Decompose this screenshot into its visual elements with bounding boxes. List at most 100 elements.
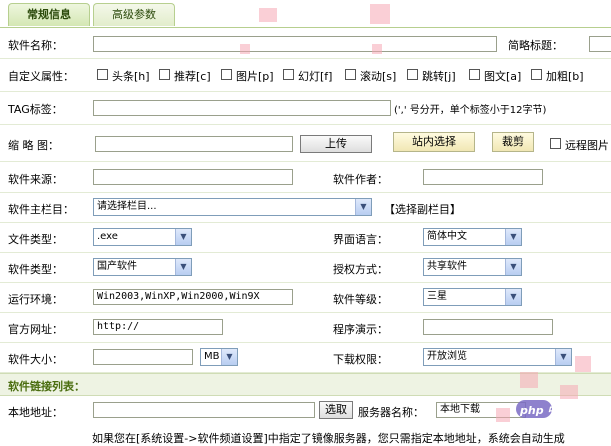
attr-graphic-label: 图文[a] <box>484 70 522 83</box>
chevron-down-icon: ▼ <box>505 289 521 305</box>
attr-image-label: 图片[p] <box>236 70 274 83</box>
file-type-select-value: .exe <box>97 231 118 242</box>
download-permission-select-value: 开放浏览 <box>427 351 467 362</box>
row-custom-attributes: 自定义属性： 头条[h] 推荐[c] 图片[p] 幻灯[f] 滚动[s] 跳转[… <box>0 59 611 92</box>
runtime-label: 运行环境： <box>8 293 63 306</box>
size-label: 软件大小： <box>8 353 63 366</box>
watermark-logo: php 中文网 <box>516 399 606 421</box>
blur-patch <box>575 356 591 372</box>
row-software-name: 软件名称： 简略标题： <box>0 28 611 59</box>
row-thumbnail: 缩 略 图： 上传 站内选择 裁剪 远程图片 <box>0 125 611 162</box>
size-input[interactable] <box>93 349 193 365</box>
tab-advanced-params[interactable]: 高级参数 <box>93 3 175 26</box>
software-type-select-value: 国产软件 <box>97 261 137 272</box>
runtime-input[interactable]: Win2003,WinXP,Win2000,Win9X <box>93 289 293 305</box>
file-type-select[interactable]: .exe ▼ <box>93 228 192 246</box>
remote-image-checkbox[interactable] <box>550 138 561 149</box>
blur-patch <box>560 385 578 399</box>
demo-label: 程序演示： <box>333 323 388 336</box>
blur-patch <box>259 8 277 22</box>
mirror-server-note: 如果您在[系统设置->软件频道设置]中指定了镜像服务器，您只需指定本地地址，系统… <box>92 432 565 445</box>
license-select[interactable]: 共享软件 ▼ <box>423 258 522 276</box>
main-column-select-value: 请选择栏目... <box>97 201 157 212</box>
attr-image-checkbox[interactable] <box>221 69 232 80</box>
tags-label: TAG标签： <box>8 103 63 116</box>
website-input[interactable]: http:// <box>93 319 223 335</box>
tab-bar: 常规信息 高级参数 <box>0 0 611 28</box>
demo-input[interactable] <box>423 319 553 335</box>
attr-bold-label: 加粗[b] <box>546 70 584 83</box>
choose-file-button[interactable]: 选取 <box>319 401 353 419</box>
attr-bold-checkbox[interactable] <box>531 69 542 80</box>
main-column-select[interactable]: 请选择栏目... ▼ <box>93 198 372 216</box>
link-list-title: 软件链接列表： <box>8 380 85 393</box>
attr-slide-label: 幻灯[f] <box>298 70 333 83</box>
tags-hint: (',' 号分开，单个标签小于12字节) <box>394 105 547 116</box>
row-size-permission: 软件大小： MB ▼ 下载权限： 开放浏览 ▼ <box>0 343 611 373</box>
source-label: 软件来源： <box>8 173 63 186</box>
attr-recommend-label: 推荐[c] <box>174 70 211 83</box>
chevron-down-icon: ▼ <box>355 199 371 215</box>
software-type-label: 软件类型： <box>8 263 63 276</box>
tab-general-info[interactable]: 常规信息 <box>8 3 90 26</box>
license-label: 授权方式： <box>333 263 388 276</box>
ui-language-select-value: 简体中文 <box>427 231 467 242</box>
row-tags: TAG标签： (',' 号分开，单个标签小于12字节) <box>0 92 611 125</box>
rank-select[interactable]: 三星 ▼ <box>423 288 522 306</box>
site-select-button[interactable]: 站内选择 <box>393 132 475 152</box>
server-name-input[interactable]: 本地下载 <box>436 402 526 418</box>
crop-button[interactable]: 裁剪 <box>492 132 534 152</box>
attr-scroll-label: 滚动[s] <box>360 70 397 83</box>
main-column-label: 软件主栏目： <box>8 203 74 216</box>
attr-slide-checkbox[interactable] <box>283 69 294 80</box>
chevron-down-icon: ▼ <box>505 229 521 245</box>
row-runtime-rank: 运行环境： Win2003,WinXP,Win2000,Win9X 软件等级： … <box>0 283 611 313</box>
ui-language-label: 界面语言： <box>333 233 388 246</box>
author-label: 软件作者： <box>333 173 388 186</box>
blur-patch <box>496 408 510 422</box>
blur-patch <box>370 4 390 24</box>
size-unit-select-value: MB <box>204 351 220 362</box>
website-label: 官方网址： <box>8 323 63 336</box>
blur-patch <box>520 372 538 388</box>
thumbnail-label: 缩 略 图： <box>8 139 59 152</box>
license-select-value: 共享软件 <box>427 261 467 272</box>
attr-headline-label: 头条[h] <box>112 70 150 83</box>
author-input[interactable] <box>423 169 543 185</box>
row-file-type-language: 文件类型： .exe ▼ 界面语言： 简体中文 ▼ <box>0 223 611 253</box>
attr-recommend-checkbox[interactable] <box>159 69 170 80</box>
select-sub-column-link[interactable]: 【选择副栏目】 <box>384 201 461 217</box>
attr-jump-checkbox[interactable] <box>407 69 418 80</box>
chevron-down-icon: ▼ <box>555 349 571 365</box>
chevron-down-icon: ▼ <box>505 259 521 275</box>
local-address-label: 本地地址： <box>8 406 63 419</box>
row-software-type-license: 软件类型： 国产软件 ▼ 授权方式： 共享软件 ▼ <box>0 253 611 283</box>
size-unit-select[interactable]: MB ▼ <box>200 348 238 366</box>
upload-button[interactable]: 上传 <box>300 135 372 153</box>
tags-input[interactable] <box>93 100 391 116</box>
blur-patch <box>240 44 250 54</box>
attr-scroll-checkbox[interactable] <box>345 69 356 80</box>
attr-headline-checkbox[interactable] <box>97 69 108 80</box>
short-title-input[interactable] <box>589 36 611 52</box>
attr-graphic-checkbox[interactable] <box>469 69 480 80</box>
software-type-select[interactable]: 国产软件 ▼ <box>93 258 192 276</box>
source-input[interactable] <box>93 169 293 185</box>
file-type-label: 文件类型： <box>8 233 63 246</box>
thumbnail-input[interactable] <box>95 136 293 152</box>
local-address-input[interactable] <box>93 402 315 418</box>
server-name-label: 服务器名称： <box>358 406 424 419</box>
row-main-column: 软件主栏目： 请选择栏目... ▼ 【选择副栏目】 <box>0 193 611 223</box>
ui-language-select[interactable]: 简体中文 ▼ <box>423 228 522 246</box>
attr-jump-label: 跳转[j] <box>422 70 456 83</box>
download-permission-label: 下载权限： <box>333 353 388 366</box>
chevron-down-icon: ▼ <box>221 349 237 365</box>
row-website-demo: 官方网址： http:// 程序演示： <box>0 313 611 343</box>
software-name-label: 软件名称： <box>8 39 63 52</box>
software-name-input[interactable] <box>93 36 497 52</box>
remote-image-label: 远程图片 <box>565 139 609 152</box>
download-permission-select[interactable]: 开放浏览 ▼ <box>423 348 572 366</box>
watermark-text: php 中文网 <box>520 404 581 417</box>
blur-patch <box>372 44 382 54</box>
rank-select-value: 三星 <box>427 291 447 302</box>
